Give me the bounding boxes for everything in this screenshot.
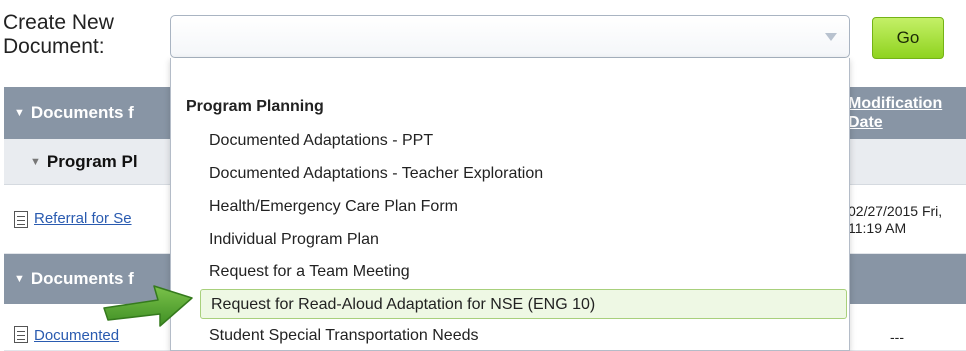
document-type-dropdown[interactable]: Program Planning Documented Adaptations … — [170, 58, 850, 351]
dropdown-item-highlighted[interactable]: Request for Read-Aloud Adaptation for NS… — [200, 289, 847, 319]
dropdown-item[interactable]: Request for a Team Meeting — [199, 257, 839, 287]
section-header-label: Documents f — [30, 103, 134, 122]
document-icon — [14, 326, 28, 343]
dropdown-item[interactable]: Individual Program Plan — [199, 225, 839, 255]
go-button[interactable]: Go — [872, 17, 944, 59]
subsection-label: Program Pl — [46, 152, 138, 171]
pointer-arrow-icon — [103, 285, 193, 327]
document-icon — [14, 211, 28, 228]
collapse-arrow-icon: ▼ — [14, 273, 25, 285]
dropdown-item[interactable]: Student Special Transportation Needs — [199, 321, 839, 351]
dropdown-item[interactable]: Documented Adaptations - PPT — [199, 126, 839, 156]
dropdown-search-area[interactable] — [177, 66, 843, 90]
create-document-label: Create New Document: — [3, 11, 114, 58]
dropdown-item[interactable]: Health/Emergency Care Plan Form — [199, 192, 839, 222]
modification-date-header[interactable]: Modification Date — [848, 94, 966, 132]
dropdown-item[interactable]: Documented Adaptations - Teacher Explora… — [199, 159, 839, 189]
dropdown-group-label: Program Planning — [186, 98, 324, 115]
modification-date: 02/27/2015 Fri, 11:19 AM — [848, 203, 943, 236]
chevron-down-icon — [825, 33, 837, 41]
collapse-arrow-icon: ▼ — [30, 156, 41, 168]
document-link[interactable]: Referral for Se — [34, 210, 132, 227]
collapse-arrow-icon: ▼ — [14, 107, 25, 119]
modification-date: --- — [890, 329, 904, 345]
document-type-select[interactable] — [170, 15, 850, 58]
